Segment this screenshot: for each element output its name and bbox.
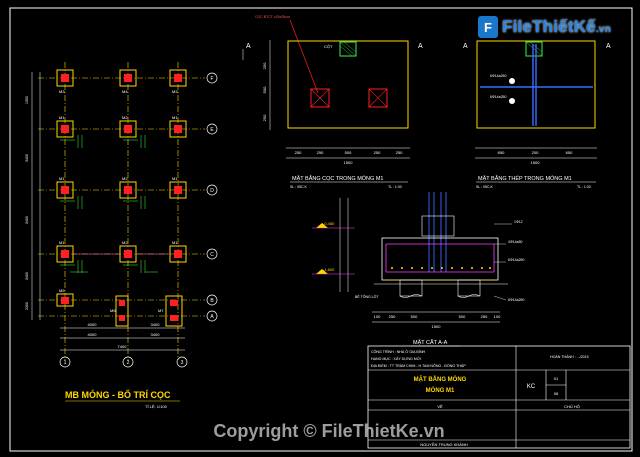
grid-number-2: 2: [127, 360, 130, 366]
site-logo[interactable]: F FileThiếtKế.vn: [478, 12, 630, 42]
label-m1-c: M1: [59, 176, 65, 181]
label-m3-b: M3: [172, 89, 178, 94]
tb-sheet-no: 01: [554, 376, 559, 381]
pile-dim-total: 1500: [344, 160, 354, 165]
tb-drawing-title-2: MÓNG M1: [426, 386, 455, 394]
dim-left-4: 3400: [25, 272, 29, 280]
tb-drawer-name: NGUYỄN TRUNG KHÁNH: [420, 442, 468, 447]
section-title: MẶT CẮT A-A: [413, 338, 448, 346]
tb-sheet-total: 08: [554, 391, 559, 396]
level-2: -1,600: [323, 267, 335, 272]
sec-dim-3: 500: [411, 314, 418, 319]
section-mark-right-2: A: [606, 43, 611, 50]
grid-letter-d: D: [210, 188, 214, 194]
section-rebar-2: 4Φ14a50: [508, 240, 523, 244]
drawing-background: [0, 0, 640, 457]
dim-left-1: 1300: [25, 96, 29, 104]
tb-drawn-label: VẼ: [437, 404, 443, 409]
section-mark-right-1: A: [418, 43, 423, 50]
steel-dim-3: 650: [566, 150, 573, 155]
logo-domain: .vn: [595, 24, 611, 35]
pile-dim-side-2: 500: [262, 86, 267, 93]
tb-date: HOÀN THÀNH : .../2015: [550, 355, 589, 359]
tb-checked-label: CHỦ HỘ: [564, 404, 580, 409]
section-mark-left-2: A: [463, 43, 468, 50]
column-label: CỘT: [324, 44, 333, 49]
steel-rebar-label-2: 6Φ14a250: [490, 95, 506, 99]
file-icon: F: [478, 16, 498, 38]
label-m1-a: M1: [59, 115, 65, 120]
pile-plan-title: MẶT BẰNG CỌC TRONG MÓNG M1: [292, 174, 383, 182]
level-1: -0,450: [323, 221, 335, 226]
tb-drawing-title-1: MẶT BẰNG MÓNG: [414, 375, 467, 383]
dim-bottom-1a: 4000: [88, 322, 98, 327]
pile-dim-2: 250: [317, 150, 324, 155]
label-m1-f: M1: [172, 240, 178, 245]
label-m2-c: M2: [122, 240, 128, 245]
dim-left-5: 2300: [25, 302, 29, 310]
section-rebar-3: 6Φ14a250: [508, 258, 524, 262]
sec-dim-4: 500: [459, 314, 466, 319]
sec-dim-5: 250: [481, 314, 488, 319]
logo-text: FileThiếtKế: [502, 17, 596, 36]
sec-dim-6: 100: [494, 314, 501, 319]
label-m2-a: M2: [122, 115, 128, 120]
plan-title: MB MÓNG - BỐ TRÍ CỌC: [65, 389, 171, 400]
steel-plan-tl: TL : 1:30: [577, 185, 591, 189]
tb-project: CÔNG TRÌNH : NHÀ Ở GIA ĐÌNH: [371, 349, 426, 354]
dim-bottom-1b: 3400: [151, 322, 161, 327]
tb-location: ĐỊA ĐIỂM : TT TRÀM CHIM - H.TAM NÔNG - Đ…: [371, 363, 466, 368]
grid-letter-f: F: [210, 76, 213, 82]
pile-dim-1: 250: [295, 150, 302, 155]
dim-bottom-2a: 4000: [88, 332, 98, 337]
cad-drawing-canvas[interactable]: 1300 3400 3400 3400 2300 M3 M4 M3 M1 M2 …: [0, 0, 640, 457]
grid-letter-c: C: [210, 252, 214, 258]
tb-item: HẠNG MỤC : XÂY DỰNG MỚI: [371, 356, 421, 361]
section-rebar-1: 1Φ12: [514, 220, 523, 224]
sec-dim-1: 100: [374, 314, 381, 319]
steel-rebar-label-1: 6Φ14a250: [490, 74, 506, 78]
steel-dim-total: 1500: [531, 160, 541, 165]
steel-plan-sl: SL : 05C.K: [476, 185, 493, 189]
sec-dim-total: 1500: [432, 324, 442, 329]
steel-dim-1: 650: [498, 150, 505, 155]
pile-dim-side-1: 250: [262, 62, 267, 69]
steel-plan-title: MẶT BẰNG THÉP TRONG MÓNG M1: [478, 174, 572, 182]
label-m4: M4: [122, 89, 128, 94]
pile-plan-tl: TL : 1:30: [388, 185, 402, 189]
pile-dim-3: 500: [345, 150, 352, 155]
plan-scale: TỈ LỆ: 1/100: [145, 404, 168, 409]
sec-dim-2: 250: [389, 314, 396, 319]
label-m6: M6: [110, 308, 116, 313]
steel-dim-2: 200: [532, 150, 539, 155]
label-m2-b: M2: [122, 176, 128, 181]
base-label: BÊ TÔNG LÓT: [355, 294, 379, 299]
section-rebar-4: 6Φ14a250: [508, 298, 524, 302]
label-m3-a: M3: [59, 89, 65, 94]
label-m5: M5: [59, 288, 65, 293]
grid-number-3: 3: [181, 360, 184, 366]
pile-callout: CỌC BTCT c25x25cm: [255, 15, 290, 19]
pile-dim-5: 250: [396, 150, 403, 155]
label-m1-e: M1: [59, 240, 65, 245]
label-m7: M7: [158, 308, 164, 313]
dim-bottom-total: 7400: [118, 344, 128, 349]
dim-left-3: 3400: [25, 216, 29, 224]
label-m1-d: M1: [172, 176, 178, 181]
dim-left-2: 3400: [25, 154, 29, 162]
tb-code: KC: [527, 384, 536, 390]
pile-dim-4: 250: [374, 150, 381, 155]
section-mark-left-1: A: [246, 43, 251, 50]
grid-number-1: 1: [64, 360, 67, 366]
pile-dim-side-3: 250: [262, 114, 267, 121]
label-m1-b: M1: [172, 115, 178, 120]
dim-bottom-2b: 3400: [151, 332, 161, 337]
pile-plan-sl: SL : 05C.K: [290, 185, 307, 189]
